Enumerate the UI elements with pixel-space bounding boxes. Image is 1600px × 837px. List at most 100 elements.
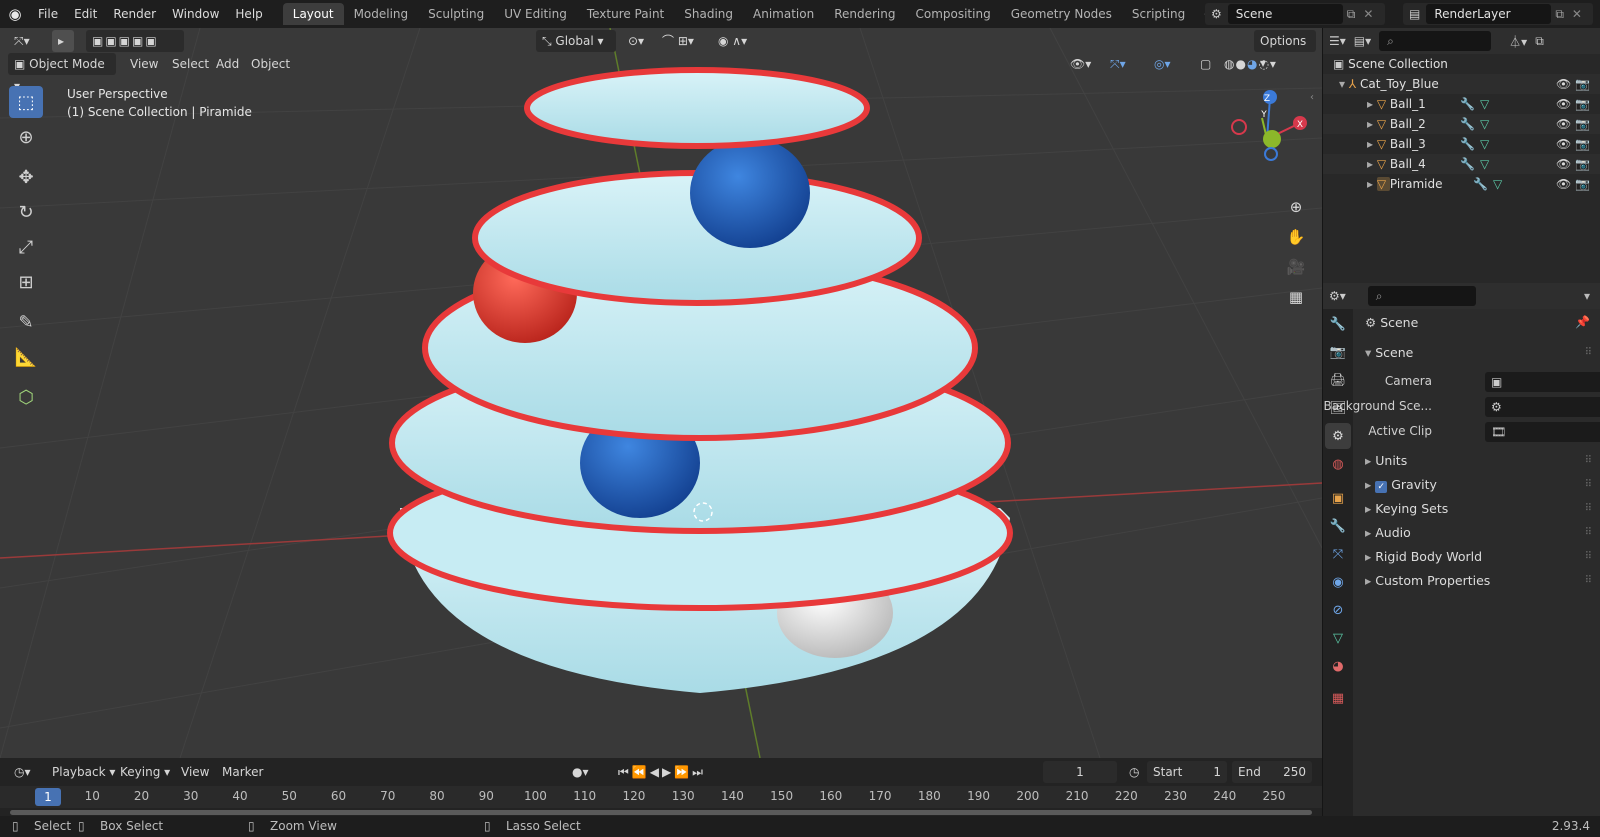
mesh-data-icon[interactable]: ▽ — [1480, 134, 1489, 154]
outliner-search-icon[interactable]: ⌕ — [1379, 31, 1492, 51]
timeline-editor-type-icon[interactable]: ◷▾ — [8, 761, 37, 783]
timeline-ruler[interactable]: 1 10 20 30 40 50 60 70 80 90 100 110 120 130 140 150 16… — [0, 786, 1322, 808]
record-icon[interactable]: ●▾ — [566, 761, 595, 783]
menu-timeline-view[interactable]: View — [175, 761, 215, 783]
new-collection-icon[interactable]: ⧉ — [1535, 34, 1544, 49]
visibility-icon[interactable]: 👁▾ — [1064, 53, 1097, 75]
modifier-wrench-icon[interactable]: 🔧 — [1460, 154, 1475, 174]
outliner-collection-row[interactable]: ▾ ⅄ Cat_Toy_Blue 👁 📷 — [1323, 74, 1600, 94]
clock-icon[interactable]: ◷ — [1123, 761, 1145, 783]
menu-edit[interactable]: Edit — [66, 0, 105, 28]
visibility-eye-icon[interactable]: 👁 📷 — [1556, 154, 1590, 174]
outliner-item-ball1[interactable]: ▸ ▽ Ball_1 🔧 ▽ 👁 📷 — [1323, 94, 1600, 114]
visibility-eye-icon[interactable]: 👁 📷 — [1556, 174, 1590, 194]
measure-tool-icon[interactable]: 📐 — [9, 341, 43, 373]
modifier-wrench-icon[interactable]: 🔧 — [1473, 174, 1488, 194]
outliner-item-piramide[interactable]: ▸ ▽ Piramide 🔧 ▽ 👁 📷 — [1323, 174, 1600, 194]
drag-grip-icon[interactable]: ⠿ — [1585, 527, 1592, 538]
mesh-data-icon[interactable]: ▽ — [1480, 114, 1489, 134]
modifier-wrench-icon[interactable]: 🔧 — [1460, 134, 1475, 154]
background-scene-field[interactable]: ⚙ — [1485, 397, 1600, 417]
data-tab-icon[interactable]: ▽ — [1325, 625, 1351, 651]
drag-grip-icon[interactable]: ⠿ — [1585, 455, 1592, 466]
collapse-chevron-icon[interactable]: ▾ — [1339, 77, 1349, 91]
world-tab-icon[interactable]: ◍ — [1325, 451, 1351, 477]
options-dropdown[interactable]: Options ▾ — [1254, 30, 1316, 70]
menu-marker[interactable]: Marker — [216, 761, 269, 783]
scene-selector[interactable]: ⚙ Scene ⧉ ✕ — [1205, 3, 1385, 25]
visibility-eye-icon[interactable]: 👁 📷 — [1556, 94, 1590, 114]
gravity-section[interactable]: ▸ ✓ Gravity — [1365, 477, 1437, 493]
mesh-data-icon[interactable]: ▽ — [1480, 154, 1489, 174]
outliner-item-ball3[interactable]: ▸ ▽ Ball_3 🔧 ▽ 👁 📷 — [1323, 134, 1600, 154]
menu-object[interactable]: Object — [245, 53, 296, 75]
visibility-eye-icon[interactable]: 👁 📷 — [1556, 134, 1590, 154]
editor-type-icon[interactable]: ⤧▾ — [8, 30, 36, 52]
select-box-tool-icon[interactable]: ⬚ — [9, 86, 43, 118]
constraints-tab-icon[interactable]: ⊘ — [1325, 597, 1351, 623]
filter-icon[interactable]: ⏃▾ — [1509, 33, 1527, 50]
snap-icon[interactable]: ⌒ ⊞▾ — [656, 30, 700, 52]
expand-chevron-icon[interactable]: ▸ — [1367, 157, 1377, 171]
copy-layer-icon[interactable]: ⧉ — [1551, 7, 1568, 22]
add-cube-tool-icon[interactable]: ⬡ — [9, 381, 43, 413]
rigid-body-world-section[interactable]: ▸ Rigid Body World — [1365, 549, 1482, 564]
playback-controls-icons[interactable]: ⏮⏪◀▶⏩⏭ — [612, 761, 712, 783]
ortho-grid-icon[interactable]: ▦ — [1283, 284, 1309, 310]
menu-file[interactable]: File — [30, 0, 66, 28]
view-layer-selector[interactable]: ▤ RenderLayer ⧉ ✕ — [1403, 3, 1593, 25]
menu-render[interactable]: Render — [105, 0, 164, 28]
output-tab-icon[interactable]: 🖨 — [1325, 367, 1351, 393]
move-tool-icon[interactable]: ✥ — [9, 161, 43, 193]
visibility-eye-icon[interactable]: 👁 📷 — [1556, 114, 1590, 134]
properties-options-icon[interactable]: ▾ — [1584, 289, 1590, 303]
expand-chevron-icon[interactable]: ▸ — [1367, 137, 1377, 151]
timeline-scrollbar[interactable] — [10, 810, 1312, 815]
camera-view-icon[interactable]: 🎥 — [1283, 254, 1309, 280]
physics-tab-icon[interactable]: ◉ — [1325, 569, 1351, 595]
render-tab-icon[interactable]: 📷 — [1325, 339, 1351, 365]
tab-compositing[interactable]: Compositing — [905, 3, 1000, 25]
visibility-eye-icon[interactable]: 👁 📷 — [1556, 74, 1590, 94]
rotate-tool-icon[interactable]: ↻ — [9, 196, 43, 228]
start-frame-field[interactable]: Start 1 — [1147, 761, 1227, 783]
current-frame-field[interactable]: 1 — [1043, 761, 1117, 783]
sidebar-toggle-icon[interactable]: ‹ — [1310, 92, 1314, 103]
scale-tool-icon[interactable]: ⤢ — [9, 231, 43, 263]
annotate-tool-icon[interactable]: ✎ — [9, 306, 43, 338]
audio-section[interactable]: ▸ Audio — [1365, 525, 1411, 540]
scene-tab-icon[interactable]: ⚙ — [1325, 423, 1351, 449]
keying-sets-section[interactable]: ▸ Keying Sets — [1365, 501, 1448, 516]
drag-grip-icon[interactable]: ⠿ — [1585, 479, 1592, 490]
drag-grip-icon[interactable]: ⠿ — [1585, 551, 1592, 562]
zoom-icon[interactable]: ⊕ — [1283, 194, 1309, 220]
outliner-item-ball4[interactable]: ▸ ▽ Ball_4 🔧 ▽ 👁 📷 — [1323, 154, 1600, 174]
properties-editor-icon[interactable]: ⚙▾ — [1329, 289, 1346, 303]
camera-field[interactable]: ▣ ✎ — [1485, 372, 1600, 392]
menu-select[interactable]: Select — [166, 53, 215, 75]
modifier-tab-icon[interactable]: 🔧 — [1325, 513, 1351, 539]
properties-search-icon[interactable]: ⌕ — [1367, 286, 1476, 306]
custom-properties-section[interactable]: ▸ Custom Properties — [1365, 573, 1490, 588]
display-mode-icon[interactable]: ▤▾ — [1354, 34, 1371, 48]
close-icon[interactable]: ✕ — [1359, 7, 1377, 21]
overlay-toggle-icon[interactable]: ◎▾ — [1148, 53, 1177, 75]
mode-selector[interactable]: ▣ Object Mode ▾ — [8, 53, 116, 93]
tab-scripting[interactable]: Scripting — [1122, 3, 1195, 25]
tab-animation[interactable]: Animation — [743, 3, 824, 25]
mesh-data-icon[interactable]: ▽ — [1480, 94, 1489, 114]
view-layer-field[interactable]: RenderLayer — [1426, 4, 1552, 24]
tool-tab-icon[interactable]: 🔧 — [1325, 311, 1351, 337]
shading-mode-icons[interactable]: ◍●◕◌▾ — [1218, 53, 1283, 75]
tab-texture-paint[interactable]: Texture Paint — [577, 3, 674, 25]
tab-sculpting[interactable]: Sculpting — [418, 3, 494, 25]
menu-help[interactable]: Help — [227, 0, 270, 28]
mesh-data-icon[interactable]: ▽ — [1493, 174, 1502, 194]
menu-add[interactable]: Add — [210, 53, 245, 75]
scene-name-field[interactable]: Scene — [1227, 4, 1343, 24]
tab-shading[interactable]: Shading — [674, 3, 743, 25]
drag-grip-icon[interactable]: ⠿ — [1585, 575, 1592, 586]
menu-keying[interactable]: Keying ▾ — [114, 761, 176, 783]
particles-tab-icon[interactable]: ⤧ — [1325, 541, 1351, 567]
tab-rendering[interactable]: Rendering — [824, 3, 905, 25]
